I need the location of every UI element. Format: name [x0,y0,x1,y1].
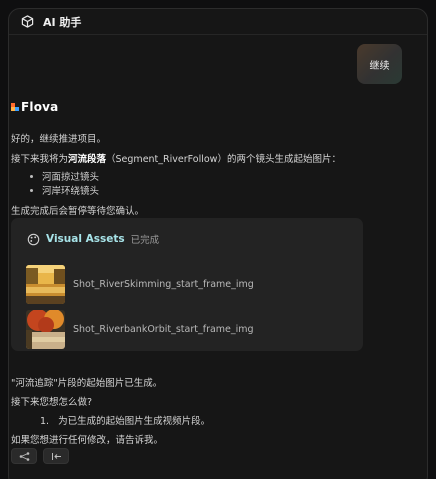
back-to-start-button[interactable] [43,448,69,464]
bullet-dot [30,188,33,192]
asset-item[interactable]: Shot_RiverSkimming_start_frame_img [26,265,254,304]
list-item: 河面掠过镜头 [30,169,99,183]
assistant-line-2: 接下来我将为河流段落（Segment_RiverFollow）的两个镜头生成起始… [11,154,341,165]
share-button[interactable] [11,448,37,464]
status-badge: 已完成 [130,235,160,246]
assistant-line-3: 生成完成后会暂停等待您确认。 [11,206,145,217]
panel-title: AI 助手 [43,15,82,29]
asset-name: Shot_RiverSkimming_start_frame_img [73,279,254,290]
assistant-line-1: 好的，继续推进项目。 [11,134,107,145]
followup-line-1: "河流追踪"片段的起始图片已生成。 [11,378,163,389]
list-item: 河岸环绕镜头 [30,183,99,197]
visual-assets-card: Visual Assets 已完成 Shot_RiverSkimming_sta… [11,218,363,351]
numbered-item: 1. 为已生成的起始图片生成视频片段。 [40,416,211,427]
segment-name: 河流段落 [68,154,107,165]
message-actions [11,448,69,464]
bullet-dot [30,174,33,178]
flova-logo-icon [11,103,19,111]
assistant-brand: Flova [11,100,58,114]
riverbank-orbit-thumbnail[interactable] [26,310,65,349]
asset-item[interactable]: Shot_RiverbankOrbit_start_frame_img [26,310,254,349]
back-to-start-icon [51,452,61,460]
panel-header: AI 助手 [9,9,427,35]
followup-line-3: 如果您想进行任何修改，请告诉我。 [11,435,164,446]
share-icon [19,451,29,461]
river-skimming-thumbnail[interactable] [26,265,65,304]
visual-assets-header: Visual Assets 已完成 [27,232,159,246]
user-message-text: 继续 [369,60,390,72]
asset-name: Shot_RiverbankOrbit_start_frame_img [73,324,254,335]
brand-name: Flova [21,100,59,114]
cube-icon [21,15,34,28]
palette-icon [27,233,40,245]
visual-assets-title: Visual Assets [46,233,125,245]
followup-line-2: 接下来您想怎么做? [11,397,93,408]
user-message-bubble: 继续 [357,44,402,84]
